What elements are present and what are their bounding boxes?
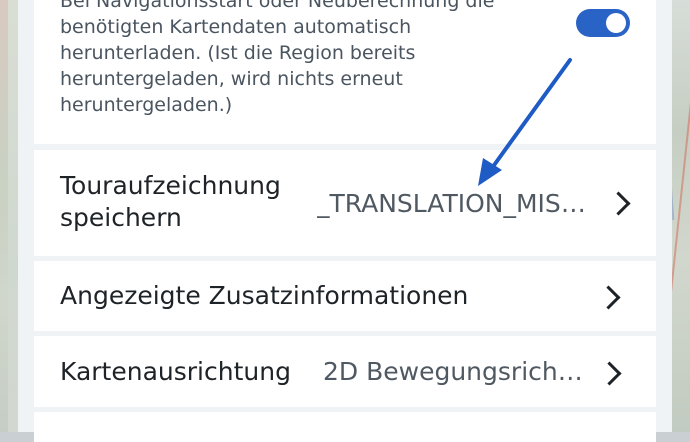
- settings-panel: Bei Navigationsstart oder Neuberechnung …: [18, 0, 672, 442]
- row-title: Touraufzeichnung speichern: [60, 171, 281, 232]
- additional-info-row[interactable]: Angezeigte Zusatzinformationen: [34, 261, 656, 331]
- auto-download-toggle[interactable]: [576, 9, 630, 37]
- chevron-right-icon: [596, 285, 621, 310]
- row-title: Kartenausrichtung: [60, 357, 291, 386]
- row-value: _TRANSLATION_MISSING_: [317, 189, 592, 218]
- chevron-right-icon: [606, 191, 631, 216]
- chevron-right-icon: [597, 361, 622, 386]
- row-title: Angezeigte Zusatzinformationen: [60, 281, 469, 310]
- row-value: 2D Bewegungsrichtung: [323, 357, 588, 386]
- toggle-knob: [606, 13, 626, 33]
- map-orientation-row[interactable]: Kartenausrichtung 2D Bewegungsrichtung: [34, 336, 656, 407]
- auto-download-card: Bei Navigationsstart oder Neuberechnung …: [34, 0, 656, 144]
- tour-recording-row[interactable]: Touraufzeichnung speichern _TRANSLATION_…: [34, 150, 656, 256]
- map-edge-left: [0, 0, 8, 432]
- auto-download-description: Bei Navigationsstart oder Neuberechnung …: [60, 0, 495, 116]
- next-row-partial: [34, 412, 656, 442]
